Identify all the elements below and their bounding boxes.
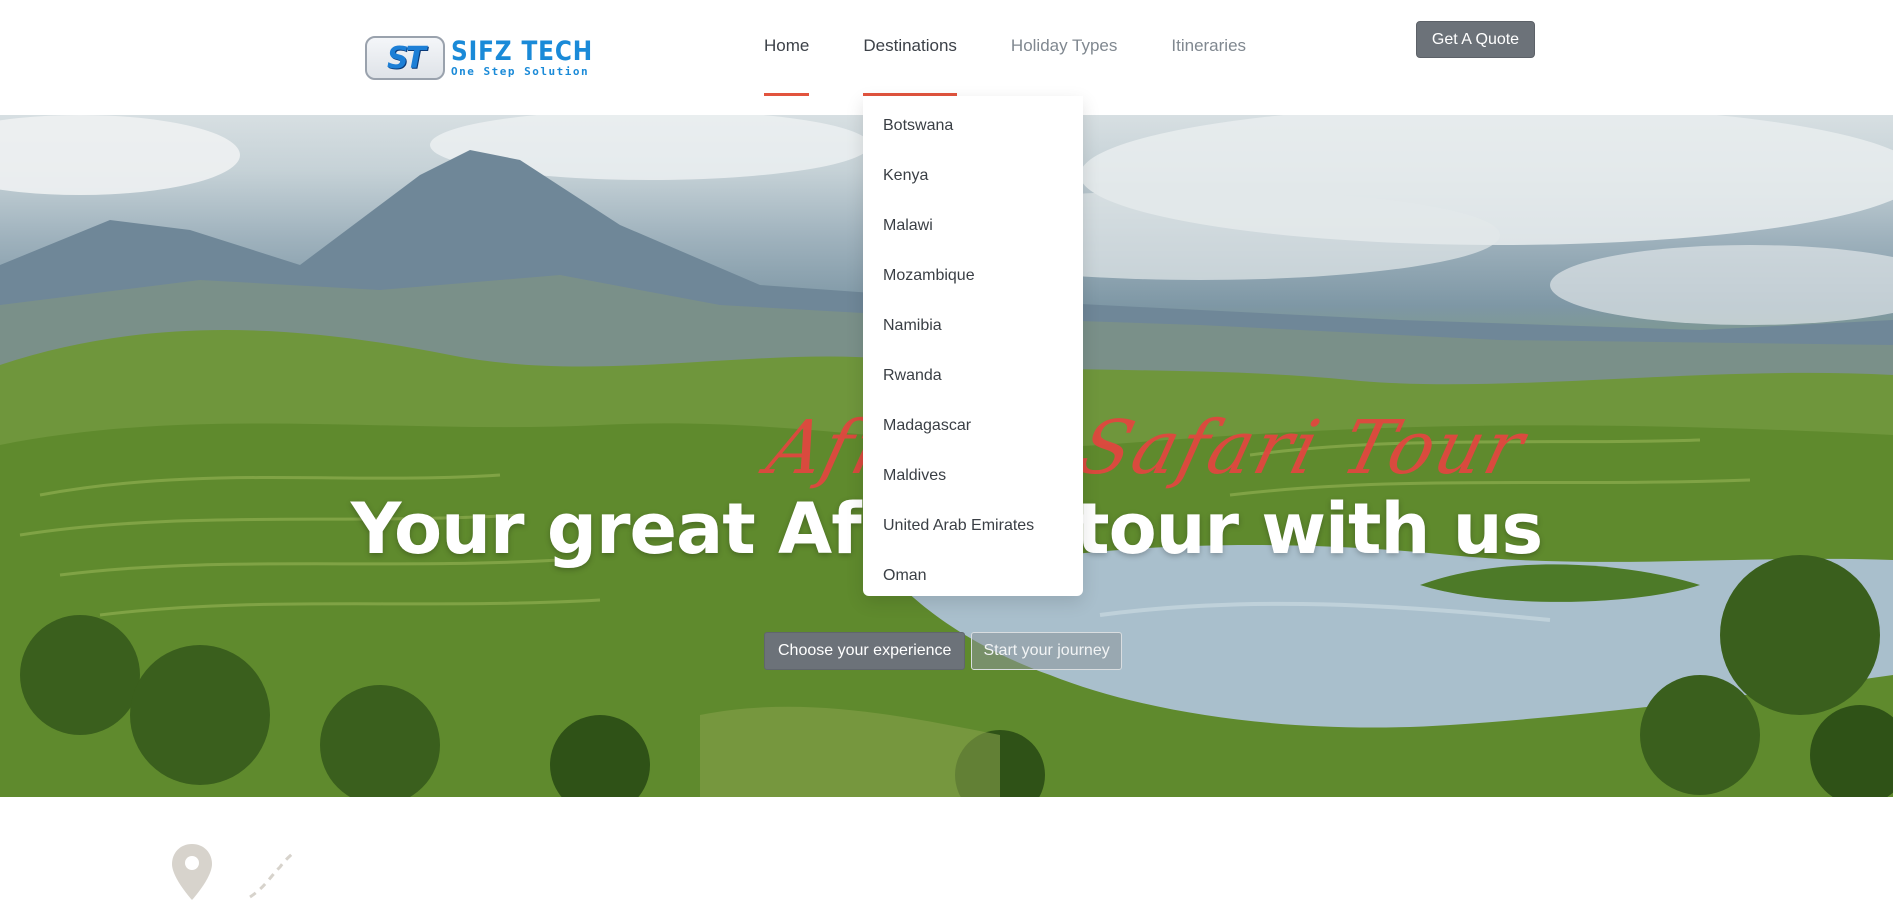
- nav-destinations-label: Destinations: [863, 36, 957, 55]
- dropdown-item-mozambique[interactable]: Mozambique: [863, 251, 1083, 301]
- nav-holiday-types-label: Holiday Types: [1010, 36, 1118, 55]
- dropdown-item-uae[interactable]: United Arab Emirates: [863, 501, 1083, 551]
- nav-itineraries[interactable]: Itineraries: [1171, 0, 1246, 96]
- logo-name: SIFZ TECH: [451, 36, 594, 67]
- main-nav: Home Destinations Holiday Types Itinerar…: [764, 0, 1300, 96]
- nav-home-underline: [764, 93, 810, 96]
- logo[interactable]: ST SIFZ TECH One Step Solution: [365, 34, 617, 82]
- nav-destinations[interactable]: Destinations: [863, 0, 957, 96]
- destinations-dropdown: Botswana Kenya Malawi Mozambique Namibia…: [863, 96, 1083, 596]
- nav-home-label: Home: [764, 36, 810, 55]
- nav-holiday-types[interactable]: Holiday Types: [1011, 0, 1117, 96]
- dropdown-item-madagascar[interactable]: Madagascar: [863, 401, 1083, 451]
- dropdown-item-maldives[interactable]: Maldives: [863, 451, 1083, 501]
- map-pin-icon: [172, 844, 294, 900]
- dropdown-item-rwanda[interactable]: Rwanda: [863, 351, 1083, 401]
- logo-text: SIFZ TECH One Step Solution: [451, 38, 616, 78]
- logo-tagline: One Step Solution: [451, 65, 590, 78]
- choose-experience-button[interactable]: Choose your experience: [764, 632, 966, 670]
- page: African Safari Tour Your great African t…: [0, 0, 1893, 903]
- dropdown-item-namibia[interactable]: Namibia: [863, 301, 1083, 351]
- dropdown-item-oman[interactable]: Oman: [863, 551, 1083, 601]
- route-icon: [249, 852, 294, 899]
- get-quote-button[interactable]: Get A Quote: [1416, 21, 1535, 58]
- dropdown-item-botswana[interactable]: Botswana: [863, 101, 1083, 151]
- dropdown-item-kenya[interactable]: Kenya: [863, 151, 1083, 201]
- nav-itineraries-label: Itineraries: [1171, 36, 1247, 55]
- hero-buttons: Choose your experience Start your journe…: [764, 632, 1122, 670]
- dropdown-item-malawi[interactable]: Malawi: [863, 201, 1083, 251]
- logo-badge-text: ST: [386, 40, 426, 76]
- nav-home[interactable]: Home: [764, 0, 810, 96]
- start-journey-button[interactable]: Start your journey: [971, 632, 1122, 670]
- features-section: [0, 797, 1893, 903]
- logo-badge: ST: [365, 36, 445, 80]
